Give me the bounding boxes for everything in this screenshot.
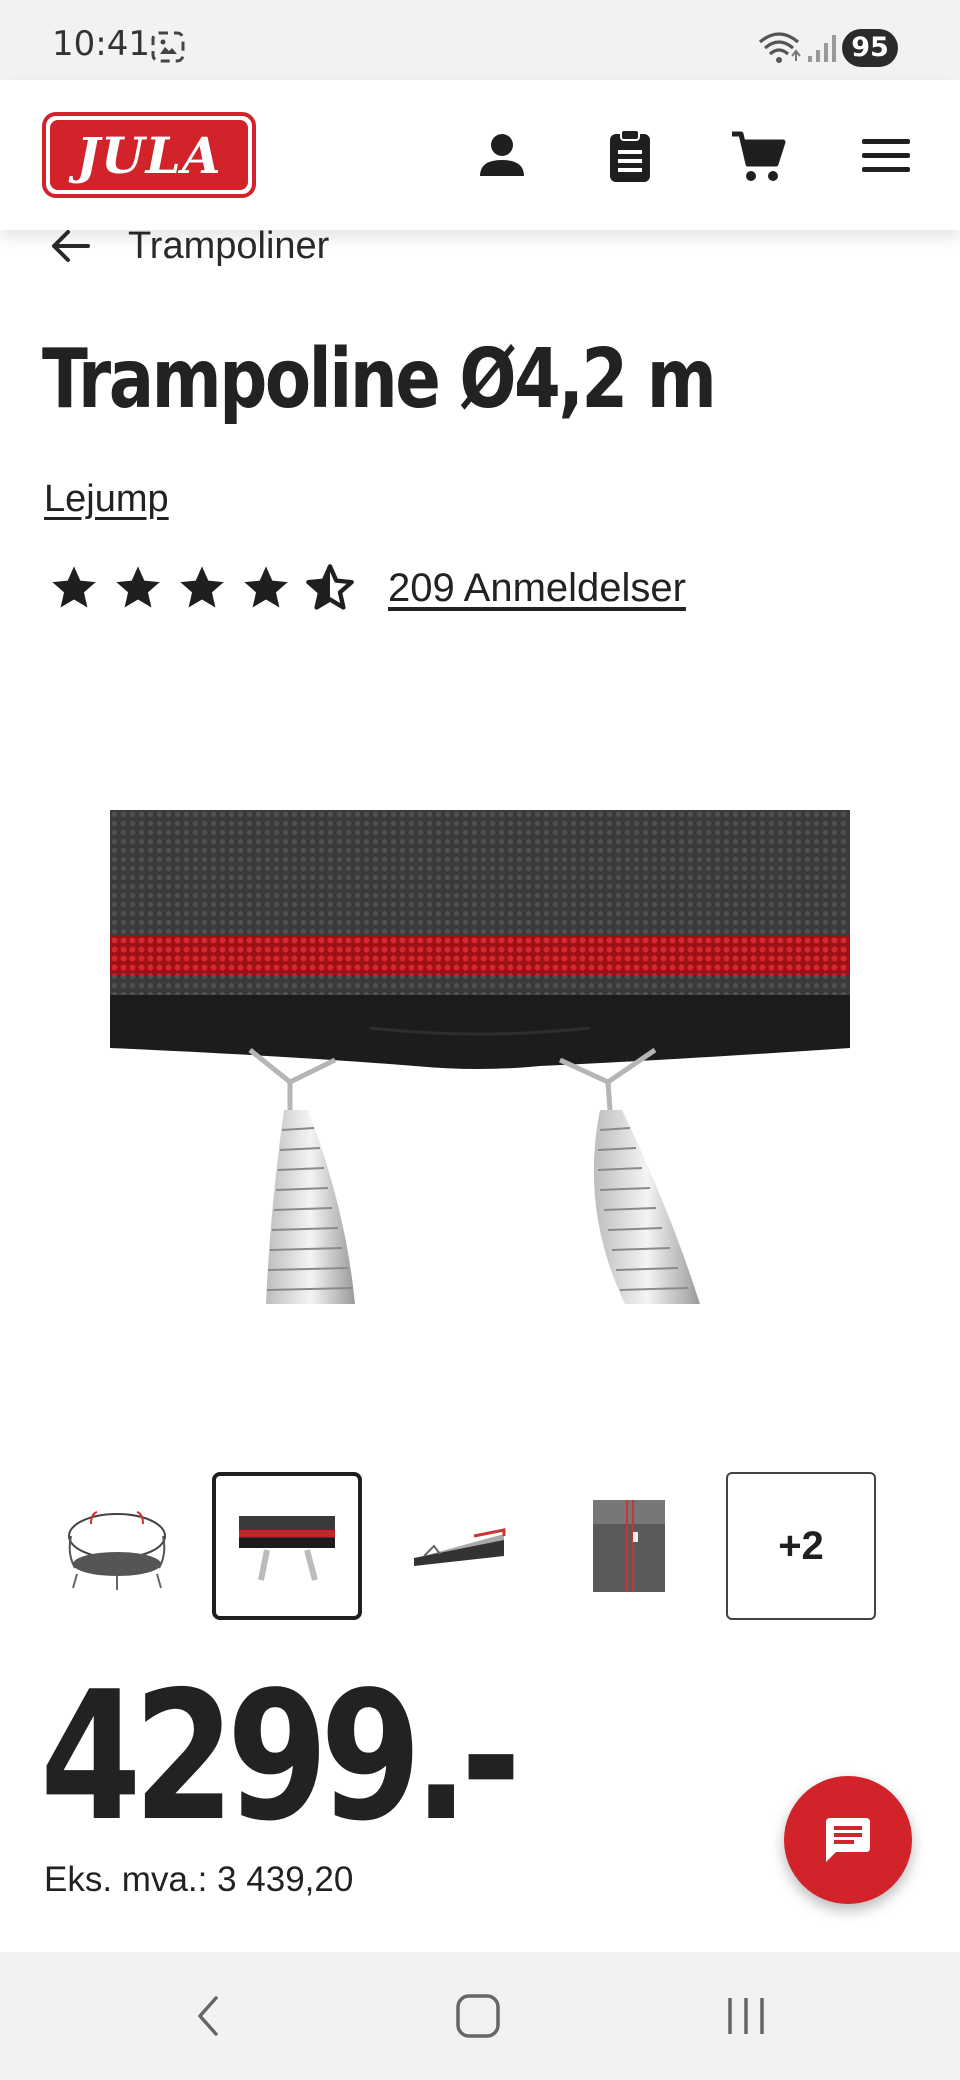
frame-thumbnail-image	[414, 1528, 506, 1566]
recents-icon[interactable]	[716, 1986, 776, 2046]
half-star-icon	[306, 564, 354, 610]
product-title: Trampoline Ø4,2 m	[42, 332, 717, 427]
home-icon[interactable]	[448, 1986, 508, 2046]
breadcrumb-label[interactable]: Trampoliner	[128, 225, 329, 268]
logo-text: JULA	[76, 125, 222, 185]
back-arrow-icon[interactable]	[48, 224, 92, 268]
star-icon	[116, 566, 160, 608]
star-icon	[244, 566, 288, 608]
battery-indicator: 95	[842, 29, 898, 67]
thumbnail-net-and-springs[interactable]	[212, 1472, 362, 1620]
system-navigation-bar	[0, 1952, 960, 2080]
thumbnail-trampoline-overview[interactable]	[42, 1472, 192, 1620]
clipboard-icon[interactable]	[600, 126, 660, 186]
price-excl-vat: Eks. mva.: 3 439,20	[44, 1860, 354, 1899]
status-bar: 10:41 95	[0, 0, 960, 80]
star-icon	[52, 566, 96, 608]
account-icon[interactable]	[472, 126, 532, 186]
trampoline-thumbnail-image	[68, 1511, 166, 1590]
signal-icon	[808, 35, 836, 62]
chat-button[interactable]	[784, 1776, 912, 1904]
cart-icon[interactable]	[728, 126, 788, 186]
status-time: 10:41	[52, 24, 150, 64]
door-thumbnail-image	[593, 1500, 665, 1592]
reviews-link[interactable]: 209 Anmeldelser	[388, 566, 686, 611]
jula-logo[interactable]: JULA	[42, 112, 256, 198]
chat-icon	[826, 1818, 870, 1862]
product-main-image[interactable]	[110, 810, 850, 1304]
rating[interactable]: 209 Anmeldelser	[48, 558, 686, 618]
wifi-icon	[758, 32, 801, 63]
net-thumbnail-image	[239, 1516, 335, 1581]
site-header: JULA	[0, 80, 960, 230]
screenshot-icon	[151, 31, 185, 63]
menu-icon[interactable]	[856, 126, 916, 186]
star-icon	[180, 566, 224, 608]
product-price: 4299.-	[40, 1653, 521, 1860]
thumbnail-frame-pad-detail[interactable]	[384, 1472, 534, 1620]
logo-badge: JULA	[50, 120, 248, 190]
thumbnail-net-door-detail[interactable]	[554, 1472, 704, 1620]
more-images-label[interactable]: +2	[778, 1524, 824, 1569]
back-icon[interactable]	[180, 1986, 240, 2046]
brand-link[interactable]: Lejump	[44, 478, 169, 521]
more-images-button[interactable]: +2	[726, 1472, 876, 1620]
